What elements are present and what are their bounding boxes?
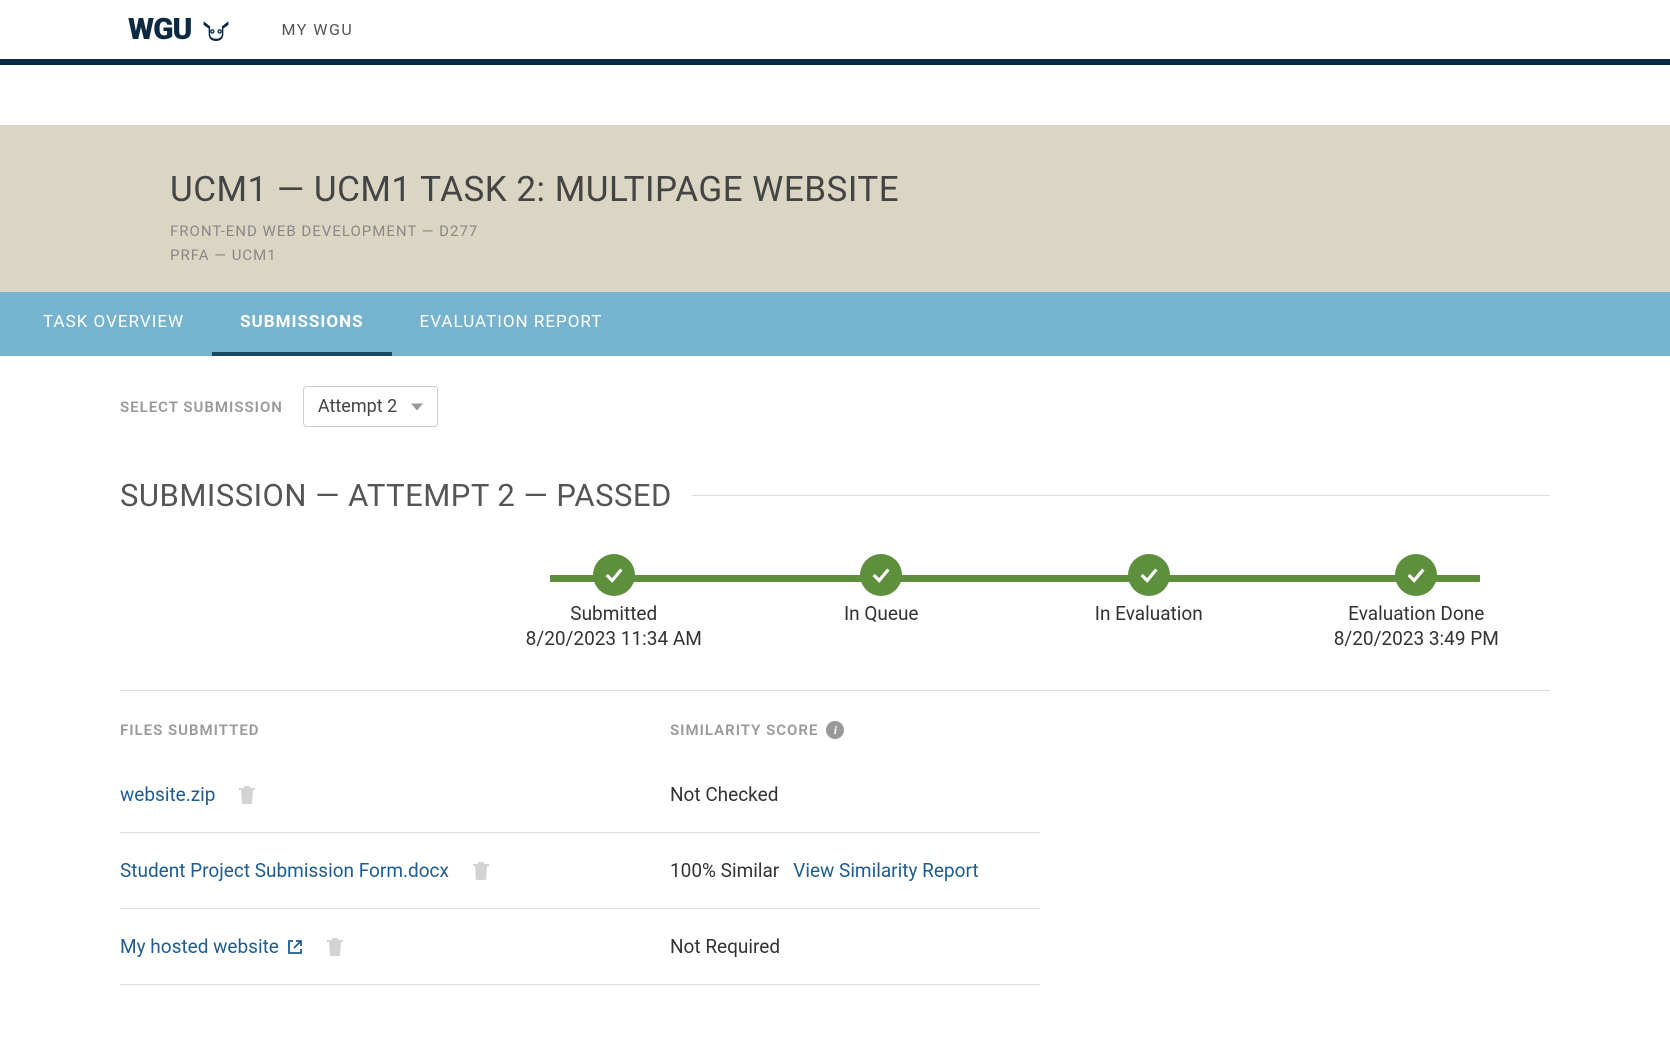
progress-steps: Submitted 8/20/2023 11:34 AM In Queue In…	[480, 554, 1550, 650]
page-subtitle-course: FRONT-END WEB DEVELOPMENT — D277	[170, 222, 1500, 240]
step-label: In Evaluation	[1095, 602, 1203, 625]
trash-icon[interactable]	[327, 938, 343, 956]
logo-text: WGU	[128, 12, 191, 47]
file-link[interactable]: Student Project Submission Form.docx	[120, 859, 449, 882]
similarity-cell: 100% Similar View Similarity Report	[670, 859, 1040, 882]
tab-bar: TASK OVERVIEW SUBMISSIONS EVALUATION REP…	[0, 292, 1670, 356]
external-link-icon	[287, 939, 303, 955]
file-name-cell: Student Project Submission Form.docx	[120, 859, 670, 882]
check-icon	[603, 564, 625, 586]
file-row: My hosted website Not Required	[120, 909, 1040, 985]
step-submitted: Submitted 8/20/2023 11:34 AM	[480, 554, 748, 650]
page-subtitle-code: PRFA — UCM1	[170, 246, 1500, 264]
similarity-header-cell: SIMILARITY SCORE i	[670, 721, 1040, 739]
step-label: In Queue	[844, 602, 919, 625]
step-circle	[860, 554, 902, 596]
content: SELECT SUBMISSION Attempt 2 SUBMISSION —…	[0, 356, 1670, 1025]
submission-heading: SUBMISSION — ATTEMPT 2 — PASSED	[120, 477, 692, 514]
info-icon[interactable]: i	[826, 721, 844, 739]
file-name-cell: My hosted website	[120, 935, 670, 958]
files-section: FILES SUBMITTED SIMILARITY SCORE i websi…	[120, 721, 1040, 985]
similarity-value: Not Checked	[670, 783, 778, 806]
file-link-text: My hosted website	[120, 935, 279, 958]
check-icon	[870, 564, 892, 586]
similarity-value: 100% Similar	[670, 859, 779, 882]
step-label: Submitted	[570, 602, 657, 625]
files-submitted-header: FILES SUBMITTED	[120, 721, 670, 739]
step-in-queue: In Queue	[748, 554, 1016, 650]
tab-task-overview[interactable]: TASK OVERVIEW	[15, 292, 212, 356]
top-nav: WGU MY WGU	[0, 0, 1670, 65]
file-link[interactable]: website.zip	[120, 783, 215, 806]
check-icon	[1138, 564, 1160, 586]
submission-heading-row: SUBMISSION — ATTEMPT 2 — PASSED	[120, 477, 1550, 514]
heading-divider	[692, 495, 1550, 496]
progress-container: Submitted 8/20/2023 11:34 AM In Queue In…	[120, 554, 1550, 691]
step-date: 8/20/2023 3:49 PM	[1334, 627, 1499, 650]
step-label: Evaluation Done	[1348, 602, 1484, 625]
select-submission-row: SELECT SUBMISSION Attempt 2	[120, 386, 1550, 427]
page-header: UCM1 — UCM1 TASK 2: MULTIPAGE WEBSITE FR…	[0, 125, 1670, 292]
file-row: website.zip Not Checked	[120, 757, 1040, 833]
similarity-cell: Not Required	[670, 935, 1040, 958]
files-header-row: FILES SUBMITTED SIMILARITY SCORE i	[120, 721, 1040, 739]
step-circle	[593, 554, 635, 596]
step-circle	[1128, 554, 1170, 596]
similarity-cell: Not Checked	[670, 783, 1040, 806]
my-wgu-link[interactable]: MY WGU	[281, 20, 353, 39]
similarity-score-header: SIMILARITY SCORE	[670, 721, 818, 739]
trash-icon[interactable]	[239, 786, 255, 804]
view-similarity-report-link[interactable]: View Similarity Report	[793, 859, 978, 882]
file-link[interactable]: My hosted website	[120, 935, 303, 958]
similarity-value: Not Required	[670, 935, 780, 958]
owl-icon	[201, 19, 231, 41]
tab-submissions[interactable]: SUBMISSIONS	[212, 292, 391, 356]
file-row: Student Project Submission Form.docx 100…	[120, 833, 1040, 909]
step-date: 8/20/2023 11:34 AM	[526, 627, 702, 650]
logo[interactable]: WGU	[128, 12, 231, 47]
file-name-cell: website.zip	[120, 783, 670, 806]
select-submission-label: SELECT SUBMISSION	[120, 398, 283, 416]
trash-icon[interactable]	[473, 862, 489, 880]
select-submission-dropdown[interactable]: Attempt 2	[303, 386, 438, 427]
step-in-evaluation: In Evaluation	[1015, 554, 1283, 650]
step-evaluation-done: Evaluation Done 8/20/2023 3:49 PM	[1283, 554, 1551, 650]
tab-evaluation-report[interactable]: EVALUATION REPORT	[392, 292, 631, 356]
check-icon	[1405, 564, 1427, 586]
step-circle	[1395, 554, 1437, 596]
page-title: UCM1 — UCM1 TASK 2: MULTIPAGE WEBSITE	[170, 169, 1500, 210]
